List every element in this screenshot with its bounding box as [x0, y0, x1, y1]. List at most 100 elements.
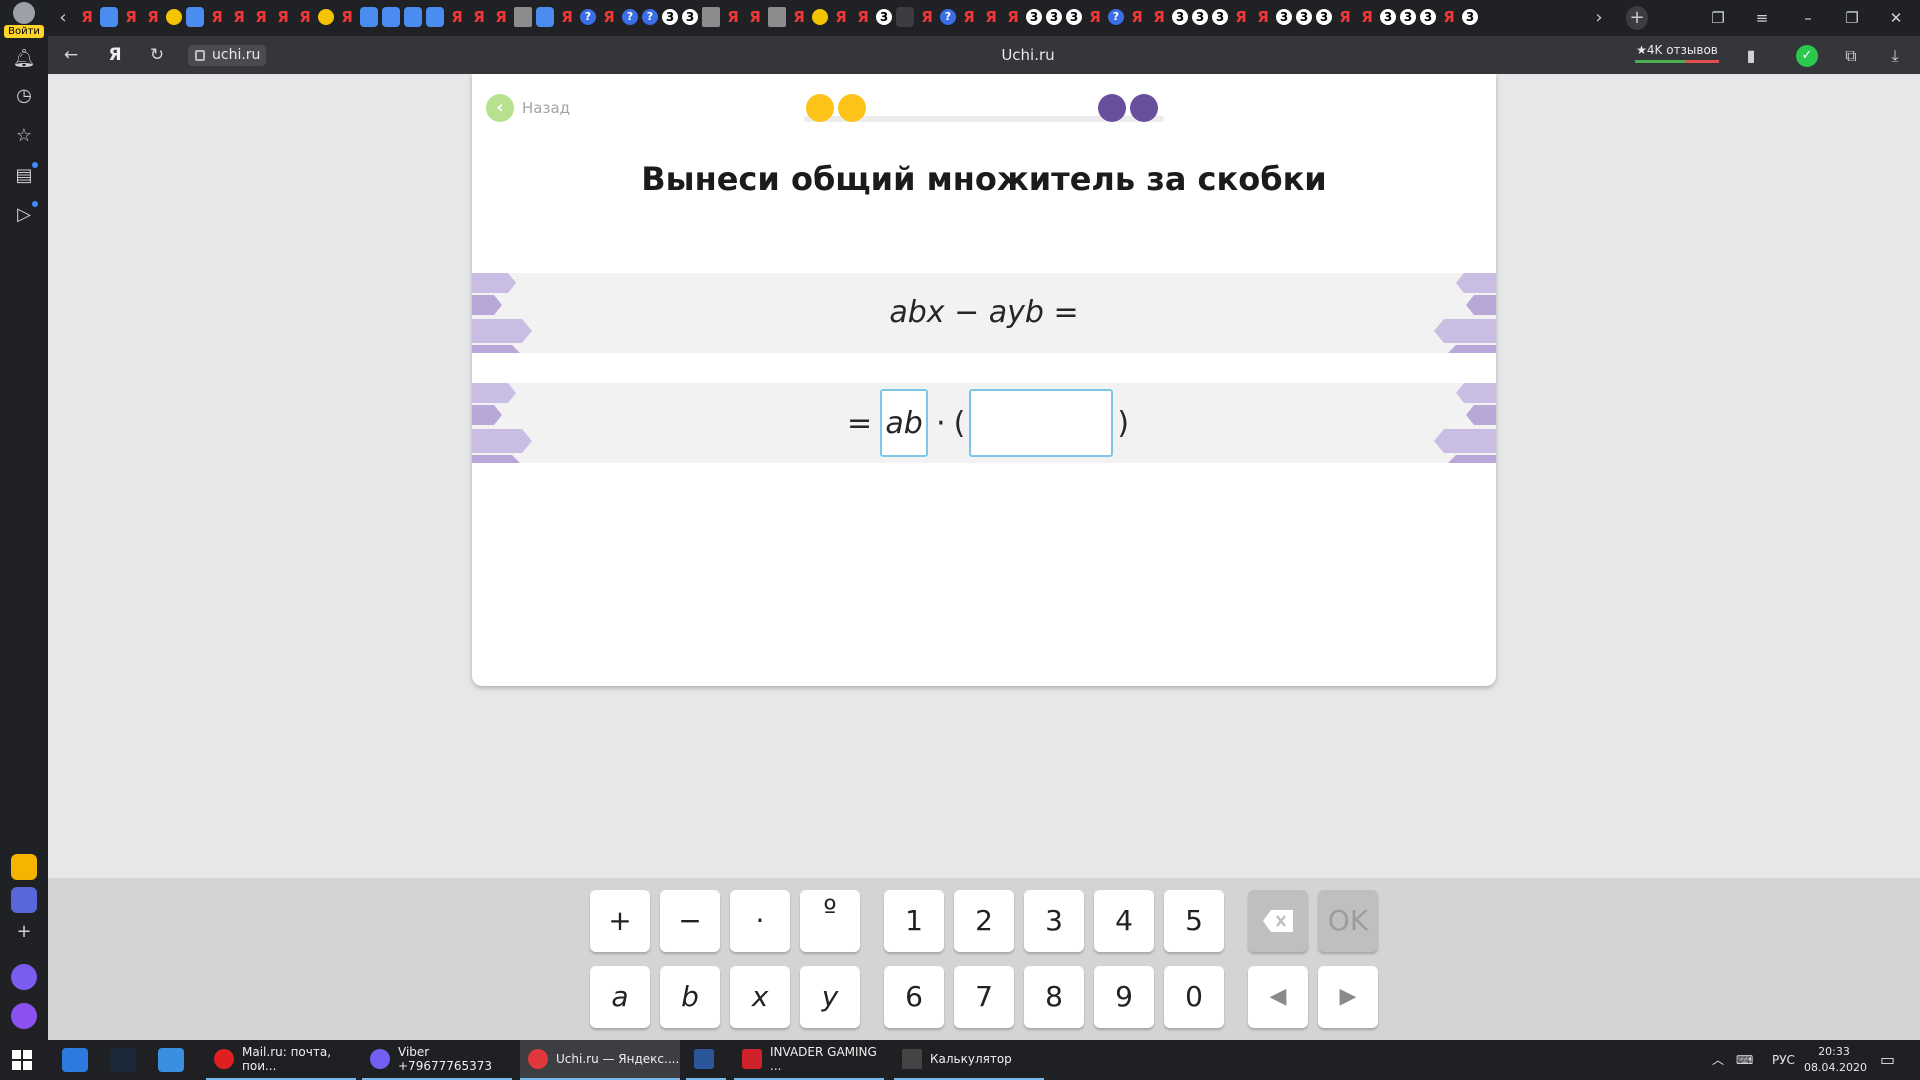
browser-tab-favicon[interactable]: ?: [642, 9, 658, 25]
history-icon[interactable]: ◷: [12, 84, 36, 108]
taskbar-app-word[interactable]: [686, 1040, 726, 1080]
video-icon[interactable]: ▷: [12, 201, 38, 227]
browser-tab-favicon[interactable]: 3: [1400, 9, 1416, 25]
answer-factor-field[interactable]: ab: [880, 389, 929, 457]
keyboard-tray-icon[interactable]: ⌨: [1736, 1040, 1753, 1080]
key-2[interactable]: 2: [954, 890, 1014, 952]
add-icon[interactable]: +: [12, 920, 36, 944]
key-5[interactable]: 5: [1164, 890, 1224, 952]
browser-tab-favicon[interactable]: Я: [832, 7, 850, 27]
browser-tab-favicon[interactable]: 3: [1026, 9, 1042, 25]
browser-tab-favicon[interactable]: 3: [1420, 9, 1436, 25]
key-b[interactable]: b: [660, 966, 720, 1028]
taskbar-app-invader[interactable]: INVADER GAMING ...: [734, 1040, 884, 1080]
language-indicator[interactable]: РУС: [1772, 1040, 1795, 1080]
restore-icon[interactable]: ❐: [1838, 6, 1866, 30]
reload-icon[interactable]: ↻: [144, 43, 170, 67]
browser-tab-favicon[interactable]: Я: [1086, 7, 1104, 27]
steam-pinned-icon[interactable]: [110, 1048, 136, 1072]
downloads-icon[interactable]: ⤓: [1884, 45, 1906, 67]
taskbar-app-calculator[interactable]: Калькулятор: [894, 1040, 1044, 1080]
key-9[interactable]: 9: [1094, 966, 1154, 1028]
key-6[interactable]: 6: [884, 966, 944, 1028]
key-3[interactable]: 3: [1024, 890, 1084, 952]
key-y[interactable]: y: [800, 966, 860, 1028]
browser-tab-favicon[interactable]: Я: [918, 7, 936, 27]
browser-tab-favicon[interactable]: 3: [1192, 9, 1208, 25]
new-tab-icon[interactable]: +: [1626, 6, 1648, 30]
browser-tab-favicon[interactable]: [426, 7, 444, 27]
reviews-badge[interactable]: ★4K отзывов: [1633, 42, 1721, 68]
key-0[interactable]: 0: [1164, 966, 1224, 1028]
browser-tab-favicon[interactable]: 3: [1066, 9, 1082, 25]
browser-tab-favicon[interactable]: [702, 7, 720, 27]
taskbar-app-viber[interactable]: Viber +79677765373: [362, 1040, 512, 1080]
browser-tab-favicon[interactable]: 3: [1316, 9, 1332, 25]
browser-tab-favicon[interactable]: Я: [1254, 7, 1272, 27]
browser-tab-favicon[interactable]: 3: [682, 9, 698, 25]
key-7[interactable]: 7: [954, 966, 1014, 1028]
browser-tab-favicon[interactable]: [360, 7, 378, 27]
key-ok[interactable]: OK: [1318, 890, 1378, 952]
browser-tab-favicon[interactable]: Я: [470, 7, 488, 27]
key-dot[interactable]: ·: [730, 890, 790, 952]
key-4[interactable]: 4: [1094, 890, 1154, 952]
protect-check-icon[interactable]: ✓: [1796, 45, 1818, 67]
browser-tab-favicon[interactable]: Я: [1358, 7, 1376, 27]
key-a[interactable]: a: [590, 966, 650, 1028]
browser-tab-favicon[interactable]: Я: [338, 7, 356, 27]
answer-bracket-field[interactable]: [969, 389, 1114, 457]
browser-tab-favicon[interactable]: [382, 7, 400, 27]
browser-tab-favicon[interactable]: 3: [1296, 9, 1312, 25]
browser-tab-favicon[interactable]: 3: [1276, 9, 1292, 25]
browser-tab-favicon[interactable]: 3: [1046, 9, 1062, 25]
browser-tab-favicon[interactable]: [768, 7, 786, 27]
tabs-scroll-right-icon[interactable]: ›: [1588, 6, 1610, 30]
browser-tab-favicon[interactable]: Я: [1150, 7, 1168, 27]
browser-tab-favicon[interactable]: Я: [746, 7, 764, 27]
minimize-icon[interactable]: –: [1794, 6, 1822, 30]
bell-icon[interactable]: 🔔︎: [12, 47, 36, 71]
mail-app-icon[interactable]: [11, 854, 37, 880]
browser-tab-favicon[interactable]: Я: [600, 7, 618, 27]
browser-tab-favicon[interactable]: 3: [662, 9, 678, 25]
browser-tab-favicon[interactable]: ?: [940, 9, 956, 25]
browser-tab-favicon[interactable]: [318, 9, 334, 25]
browser-tab-favicon[interactable]: ?: [1108, 9, 1124, 25]
login-button[interactable]: Войти: [4, 2, 44, 40]
back-button[interactable]: ‹ Назад: [486, 94, 570, 122]
browser-tab-favicon[interactable]: Я: [78, 7, 96, 27]
store-pinned-icon[interactable]: [158, 1048, 184, 1072]
browser-tab-favicon[interactable]: Я: [1128, 7, 1146, 27]
browser-tab-favicon[interactable]: Я: [960, 7, 978, 27]
browser-tab-favicon[interactable]: [812, 9, 828, 25]
key-8[interactable]: 8: [1024, 966, 1084, 1028]
browser-tab-favicon[interactable]: Я: [1440, 7, 1458, 27]
browser-tab-favicon[interactable]: ?: [622, 9, 638, 25]
browser-tab-favicon[interactable]: [514, 7, 532, 27]
system-clock[interactable]: 20:33 08.04.2020: [1804, 1044, 1867, 1076]
browser-tab-favicon[interactable]: [166, 9, 182, 25]
browser-tab-favicon[interactable]: Я: [982, 7, 1000, 27]
taskbar-app-mail[interactable]: Mail.ru: почта, пои...: [206, 1040, 356, 1080]
collections-icon[interactable]: ▤: [12, 162, 38, 188]
browser-tab-favicon[interactable]: Я: [252, 7, 270, 27]
tab-manager-icon[interactable]: ❐: [1704, 6, 1732, 30]
star-icon[interactable]: ☆: [12, 124, 36, 148]
browser-tab-favicon[interactable]: 3: [1380, 9, 1396, 25]
browser-tab-favicon[interactable]: Я: [208, 7, 226, 27]
key-cursor-left[interactable]: ◀: [1248, 966, 1308, 1028]
browser-tab-favicon[interactable]: 3: [1462, 9, 1478, 25]
close-window-icon[interactable]: ✕: [1882, 6, 1910, 30]
windows-start-icon[interactable]: [12, 1050, 32, 1070]
browser-tab-favicon[interactable]: 3: [876, 9, 892, 25]
key-x[interactable]: x: [730, 966, 790, 1028]
browser-tab-favicon[interactable]: [896, 7, 914, 27]
key-1[interactable]: 1: [884, 890, 944, 952]
browser-tab-favicon[interactable]: Я: [144, 7, 162, 27]
browser-tab-favicon[interactable]: Я: [1004, 7, 1022, 27]
tray-chevron-icon[interactable]: ︿: [1712, 1040, 1724, 1080]
yandex-home-icon[interactable]: Я: [102, 43, 128, 67]
key-cursor-right[interactable]: ▶: [1318, 966, 1378, 1028]
bookmark-icon[interactable]: ▮: [1740, 45, 1762, 67]
